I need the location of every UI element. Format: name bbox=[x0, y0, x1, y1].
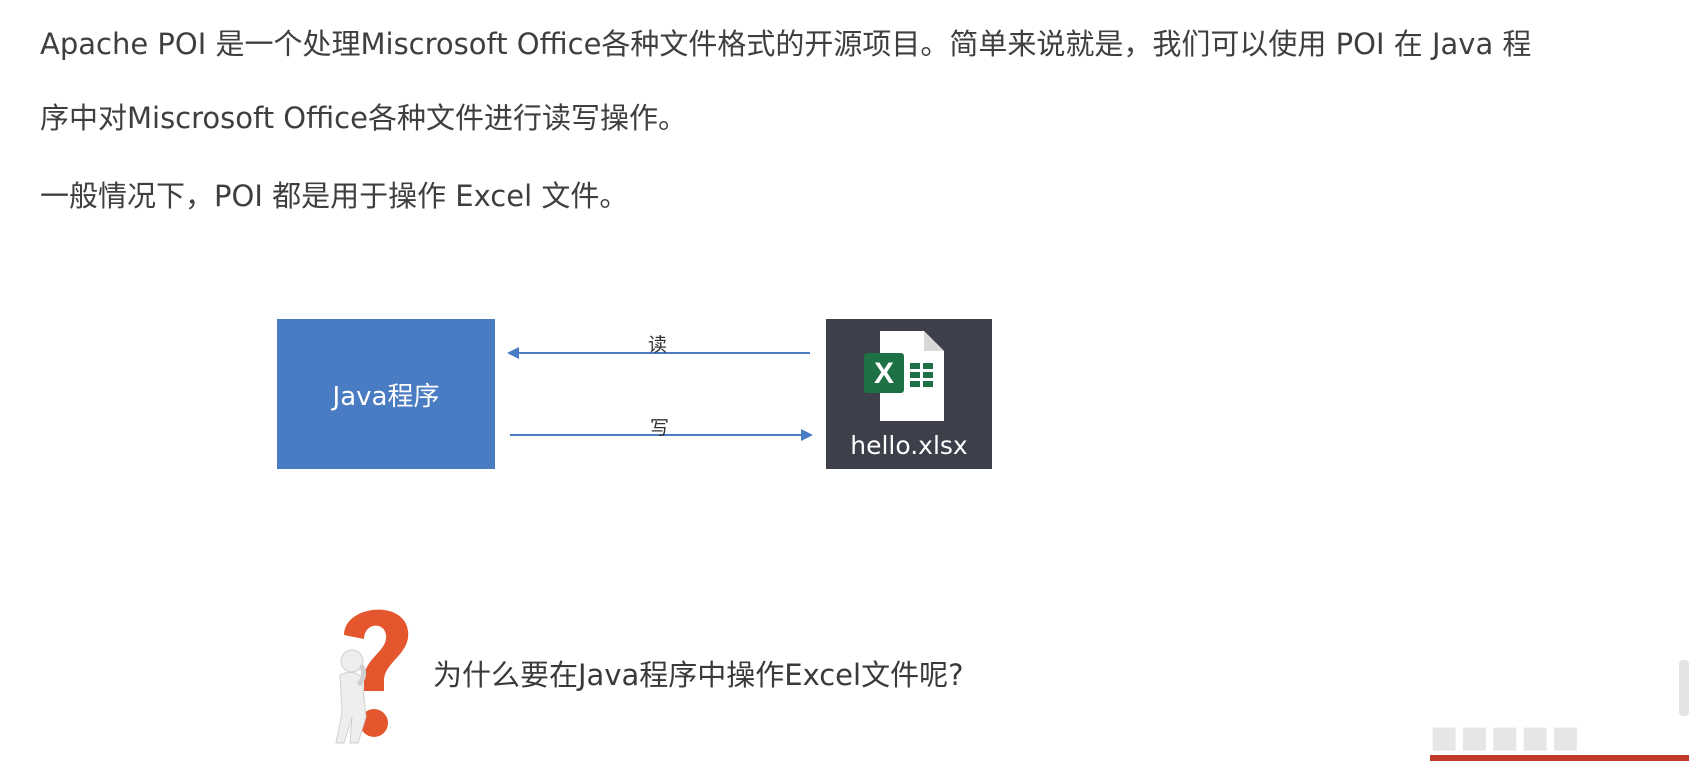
intro-paragraph-line-2: 序中对Miscrosoft Office各种文件进行读写操作。 bbox=[40, 101, 687, 135]
question-mark-figure-icon bbox=[335, 609, 409, 744]
slide-page: Apache POI 是一个处理Miscrosoft Office各种文件格式的… bbox=[0, 0, 1689, 761]
read-label: 读 bbox=[648, 334, 668, 356]
bottom-strip bbox=[1430, 755, 1689, 761]
usage-paragraph: 一般情况下，POI 都是用于操作 Excel 文件。 bbox=[40, 179, 629, 213]
scroll-handle[interactable] bbox=[1679, 660, 1689, 716]
write-label: 写 bbox=[650, 417, 670, 439]
java-program-label: Java程序 bbox=[332, 381, 440, 412]
excel-file-icon: X bbox=[864, 331, 944, 421]
svg-text:X: X bbox=[874, 357, 894, 390]
intro-paragraph-line-1: Apache POI 是一个处理Miscrosoft Office各种文件格式的… bbox=[40, 27, 1532, 61]
java-program-box: Java程序 bbox=[277, 319, 495, 469]
file-name-label: hello.xlsx bbox=[850, 431, 968, 460]
watermark: ■■■■■ bbox=[1430, 720, 1582, 755]
excel-file-tile: X hello.xlsx bbox=[826, 319, 992, 469]
question-text: 为什么要在Java程序中操作Excel文件呢? bbox=[433, 658, 964, 692]
